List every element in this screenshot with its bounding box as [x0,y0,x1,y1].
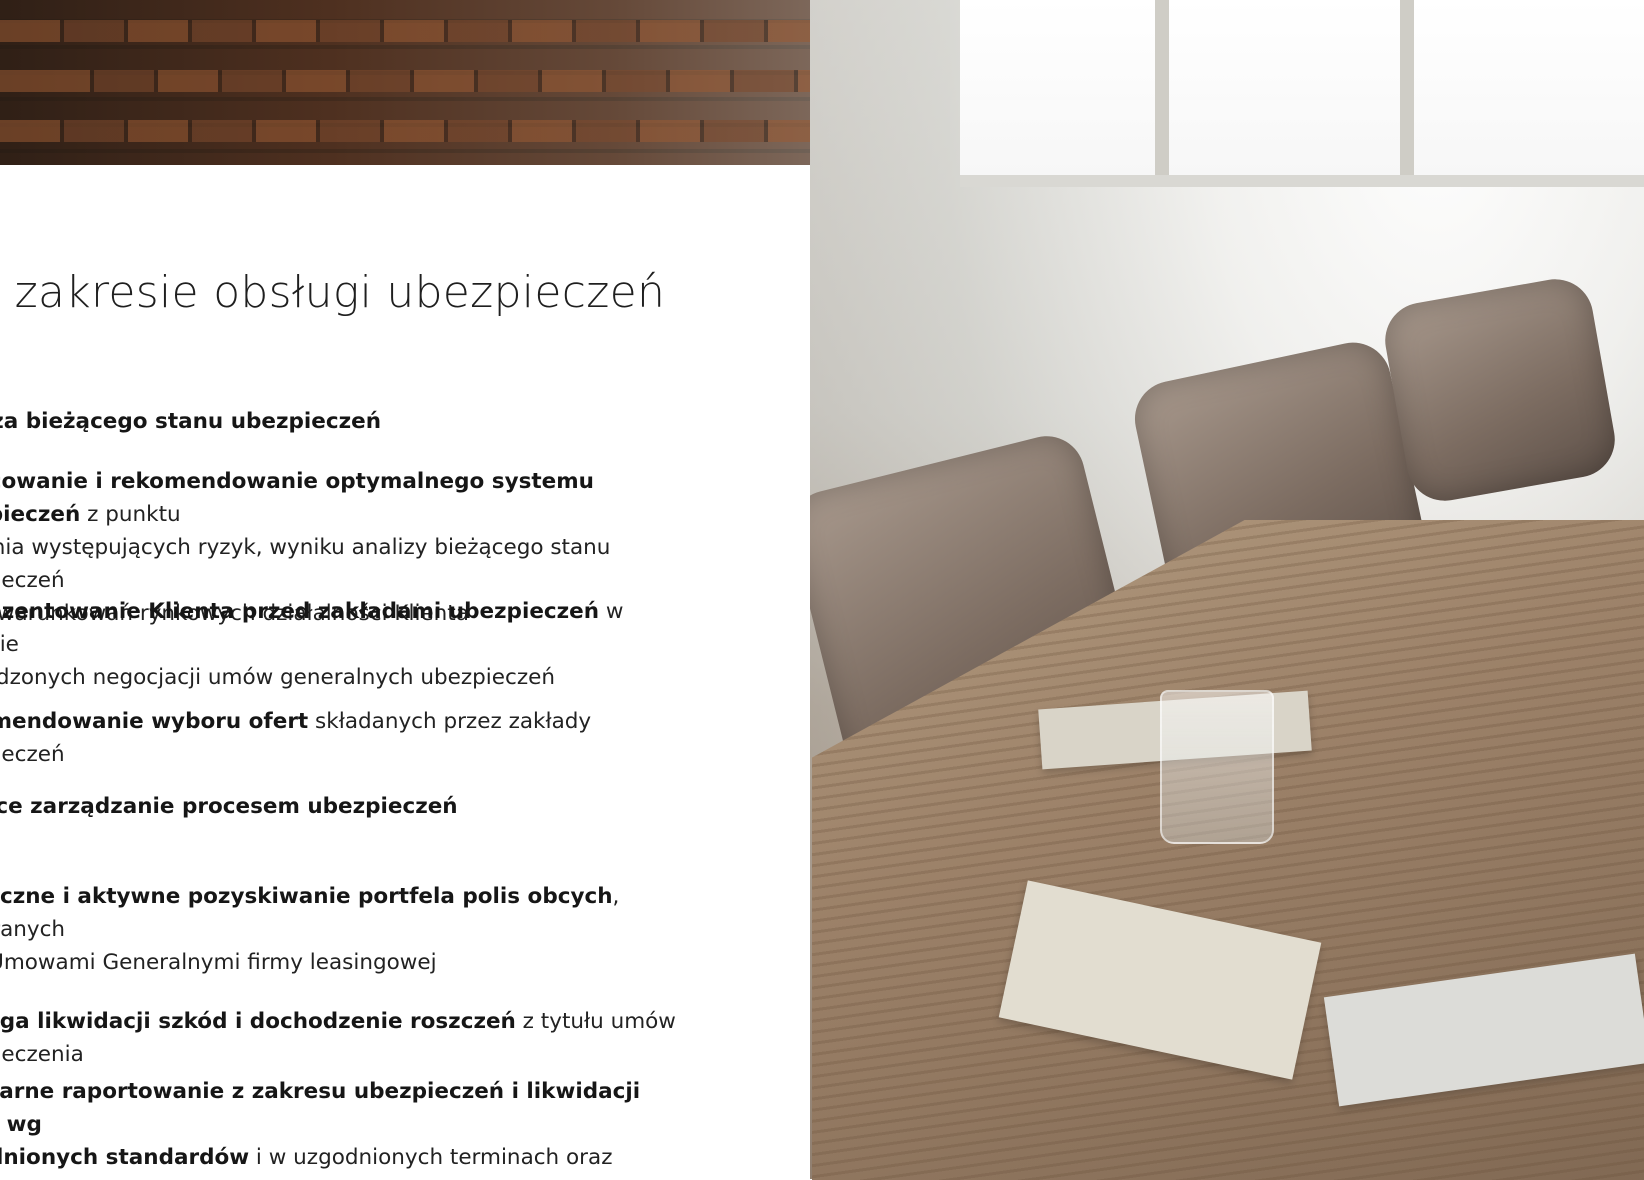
service-item-bold-text: Rekomendowanie wyboru ofert [0,709,309,734]
service-item: Obsługa likwidacji szkód i dochodzenie r… [0,1005,710,1071]
service-item: Regularne raportowanie z zakresu ubezpie… [0,1075,710,1179]
window-photo [960,0,1644,187]
service-item-text: prowadzonych negocjacji umów generalnych… [0,665,555,690]
service-item-bold-text: Regularne raportowanie z zakresu ubezpie… [0,1079,641,1137]
service-item: Reprezentowanie Klienta przed zakładami … [0,595,710,694]
service-item: Skuteczne i aktywne pozyskiwanie portfel… [0,880,710,979]
services-panel: w zakresie obsługi ubezpieczeń Analiza b… [0,165,810,1179]
service-item-bold-text: Analiza bieżącego stanu ubezpieczeń [0,409,381,434]
brick-wall-photo [0,0,820,175]
service-item-bold-text: Obsługa likwidacji szkód i dochodzenie r… [0,1009,516,1034]
service-item: Rekomendowanie wyboru ofert składanych p… [0,705,710,771]
service-item-text: widzenia występujących ryzyk, wyniku ana… [0,535,611,593]
service-item-bold-text: Reprezentowanie Klienta przed zakładami … [0,599,600,624]
service-item-bold-text: Bieżące zarządzanie procesem ubezpieczeń [0,794,458,819]
chair-image [1379,273,1621,507]
service-item-bold-text: Skuteczne i aktywne pozyskiwanie portfel… [0,884,613,909]
service-item: Bieżące zarządzanie procesem ubezpieczeń [0,790,710,823]
section-heading: w zakresie obsługi ubezpieczeń [0,267,666,318]
service-item: Analiza bieżącego stanu ubezpieczeń [0,405,710,438]
service-item-text: poza Umowami Generalnymi firmy leasingow… [0,950,437,975]
service-item-bold-text: uzgodnionych standardów [0,1145,250,1170]
service-item-text: z punktu [80,502,181,527]
water-glass-image [1160,690,1274,844]
